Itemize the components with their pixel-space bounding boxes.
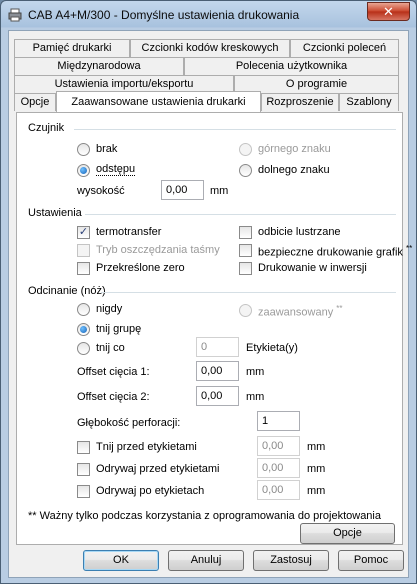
tear-after-input[interactable]: 0,00 [257, 480, 300, 500]
settings-group-title: Ustawienia [28, 207, 82, 219]
tab-dispersion[interactable]: Rozproszenie [261, 93, 339, 111]
thermal-transfer-label: termotransfer [96, 226, 162, 238]
cutting-group-title: Odcinanie (nóż) [28, 285, 106, 297]
safe-graphics-label: bezpieczne drukowanie grafik ** [258, 244, 413, 259]
slashed-zero-label: Przekreślone zero [96, 262, 185, 274]
offset2-label: Offset cięcia 2: [77, 391, 150, 403]
cut-before-unit: mm [307, 441, 326, 453]
check-ribbon-save[interactable] [77, 244, 90, 257]
radio-sensor-bottom-mark[interactable] [239, 164, 252, 177]
offset2-unit: mm [246, 391, 265, 403]
check-tear-after[interactable] [77, 485, 90, 498]
dialog-window: CAB A4+M/300 - Domyślne ustawienia druko… [0, 0, 417, 584]
radio-cut-advanced[interactable] [239, 304, 252, 317]
ribbon-save-label: Tryb oszczędzania taśmy [96, 244, 220, 256]
radio-cut-every[interactable] [77, 342, 90, 355]
ok-button[interactable]: OK [83, 550, 159, 571]
sensor-bottom-mark-label: dolnego znaku [258, 164, 330, 176]
tab-printer-memory[interactable]: Pamięć drukarki [14, 39, 130, 57]
sensor-height-label: wysokość [77, 185, 125, 197]
tab-user-commands[interactable]: Polecenia użytkownika [184, 57, 399, 75]
check-mirror[interactable] [239, 226, 252, 239]
offset1-input[interactable]: 0,00 [196, 361, 239, 381]
sensor-group-title: Czujnik [28, 122, 65, 134]
safe-graphics-footnote-mark: ** [405, 244, 413, 253]
cut-group-label: tnij grupę [96, 323, 142, 335]
check-thermal-transfer[interactable]: ✓ [77, 226, 90, 239]
sensor-height-input[interactable]: 0,00 [161, 180, 204, 200]
perforation-label: Głębokość perforacji: [77, 417, 181, 429]
radio-cut-group[interactable] [77, 323, 90, 336]
tear-after-unit: mm [307, 485, 326, 497]
cancel-button[interactable]: Anuluj [168, 550, 244, 571]
tear-after-label: Odrywaj po etykietach [96, 485, 205, 497]
printer-icon [8, 8, 22, 22]
tab-advanced-printer-settings[interactable]: Zaawansowane ustawienia drukarki [56, 91, 261, 112]
window-title: CAB A4+M/300 - Domyślne ustawienia druko… [28, 8, 300, 22]
inverse-label: Drukowanie w inwersji [258, 262, 367, 274]
cutting-group-line [101, 292, 396, 293]
tab-command-fonts[interactable]: Czcionki poleceń [290, 39, 399, 57]
tab-templates[interactable]: Szablony [339, 93, 399, 111]
tab-row-4: Opcje Zaawansowane ustawienia drukarki R… [14, 91, 404, 112]
tear-before-input[interactable]: 0,00 [257, 458, 300, 478]
cut-never-label: nigdy [96, 303, 123, 315]
radio-cut-never[interactable] [77, 303, 90, 316]
tear-before-unit: mm [307, 463, 326, 475]
cut-before-input[interactable]: 0,00 [257, 436, 300, 456]
cut-advanced-label: zaawansowany ** [258, 304, 343, 319]
tab-row-1: Pamięć drukarki Czcionki kodów kreskowyc… [14, 39, 404, 57]
close-button[interactable]: ✕ [367, 2, 410, 21]
check-tear-before[interactable] [77, 463, 90, 476]
offset2-input[interactable]: 0,00 [196, 386, 239, 406]
tab-international[interactable]: Międzynarodowa [14, 57, 184, 75]
options-button[interactable]: Opcje [300, 523, 395, 544]
sensor-gap-label: odstępu [96, 163, 136, 176]
check-slashed-zero[interactable] [77, 262, 90, 275]
perforation-input[interactable]: 1 [257, 411, 300, 431]
tab-barcode-fonts[interactable]: Czcionki kodów kreskowych [130, 39, 290, 57]
help-button[interactable]: Pomoc [338, 550, 404, 571]
tab-page-advanced: Czujnik brak górnego znaku odstępu dolne… [16, 112, 412, 545]
sensor-group-line [74, 129, 396, 130]
offset1-unit: mm [246, 366, 265, 378]
radio-sensor-none[interactable] [77, 143, 90, 156]
cut-every-label: tnij co [96, 342, 125, 354]
cut-advanced-footnote-mark: ** [336, 304, 343, 313]
settings-group-line [85, 214, 396, 215]
sensor-height-unit: mm [210, 185, 229, 197]
sensor-top-mark-label: górnego znaku [258, 143, 331, 155]
offset1-label: Offset cięcia 1: [77, 366, 150, 378]
cut-before-label: Tnij przed etykietami [96, 441, 197, 453]
tab-row-2: Międzynarodowa Polecenia użytkownika [14, 57, 404, 75]
check-inverse[interactable] [239, 262, 252, 275]
radio-sensor-top-mark[interactable] [239, 143, 252, 156]
tear-before-label: Odrywaj przed etykietami [96, 463, 220, 475]
check-cut-before[interactable] [77, 441, 90, 454]
tab-options[interactable]: Opcje [14, 93, 56, 111]
cut-every-suffix: Etykieta(y) [246, 342, 298, 354]
cut-every-input[interactable]: 0 [196, 337, 239, 357]
title-bar[interactable]: CAB A4+M/300 - Domyślne ustawienia druko… [1, 1, 416, 29]
radio-sensor-gap[interactable] [77, 164, 90, 177]
sensor-none-label: brak [96, 143, 118, 155]
footnote-text: ** Ważny tylko podczas korzystania z opr… [28, 510, 381, 522]
apply-button[interactable]: Zastosuj [253, 550, 329, 571]
mirror-label: odbicie lustrzane [258, 226, 341, 238]
check-safe-graphics[interactable] [239, 244, 252, 257]
dialog-client: Pamięć drukarki Czcionki kodów kreskowyc… [8, 30, 412, 578]
